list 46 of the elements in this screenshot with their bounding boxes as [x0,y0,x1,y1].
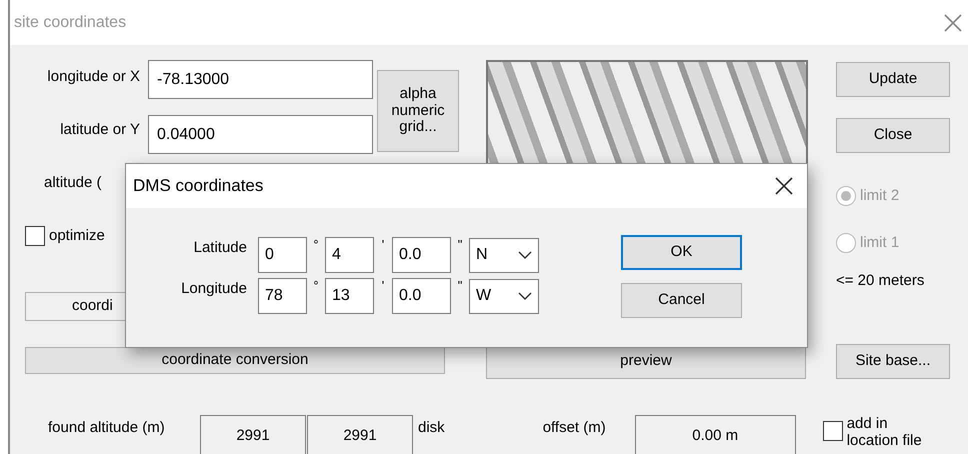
field-label: latitude or Y [59,120,140,140]
site-base-button[interactable]: Site base... [836,344,950,379]
dialog-button[interactable]: Close [836,118,950,153]
dms-label: Latitude [192,238,247,258]
seconds-field[interactable]: 0.0 [392,278,451,314]
minutes-field[interactable]: 4 [325,237,374,273]
found-altitude-label: found altitude (m) [48,418,166,438]
hemisphere-dropdown[interactable]: N [469,238,539,272]
dialog-title: DMS coordinates [133,175,264,198]
checkbox[interactable] [822,421,843,441]
second-mark: " [456,277,464,295]
radio-label: limit 2 [860,186,900,206]
degrees-field[interactable]: 78 [258,278,307,314]
dialog-button[interactable]: Update [836,62,950,97]
altitude-label: altitude ( [44,173,102,193]
checkbox-label: optimize [49,226,105,246]
checkbox[interactable] [25,226,45,246]
coordinate-conversion-button[interactable]: coordinate conversion [25,347,445,374]
alpha-numeric-grid-button[interactable]: alpha numeric grid... [377,70,459,152]
offset-readout: 0.00 m [634,415,796,454]
altitude-readout: 2991 [200,415,306,454]
minute-mark: ' [380,236,386,254]
offset-label: offset (m) [542,418,607,438]
checkbox-label: add in location file [846,415,923,450]
degree-mark: ° [312,277,320,295]
caret-icon [518,292,532,300]
text-input[interactable]: 0.04000 [148,115,373,154]
second-mark: " [456,236,464,254]
dms-label: Longitude [180,279,247,299]
field-label: longitude or X [46,67,140,87]
degrees-field[interactable]: 0 [258,237,307,273]
window-title: site coordinates [14,12,126,32]
degree-mark: ° [312,236,320,254]
dialog-button[interactable]: OK [621,235,742,270]
minutes-field[interactable]: 13 [325,278,374,314]
dialog-button[interactable]: Cancel [621,283,742,318]
radio-label: limit 1 [860,232,900,252]
text-input[interactable]: -78.13000 [148,60,373,99]
minute-mark: ' [380,277,386,295]
seconds-field[interactable]: 0.0 [392,237,451,273]
hemisphere-dropdown[interactable]: W [469,278,539,314]
disk-label: disk [418,418,445,438]
tolerance-label: <= 20 meters [836,271,926,291]
altitude-readout: 2991 [307,415,413,454]
close-icon[interactable] [775,177,793,195]
caret-icon [518,251,532,259]
